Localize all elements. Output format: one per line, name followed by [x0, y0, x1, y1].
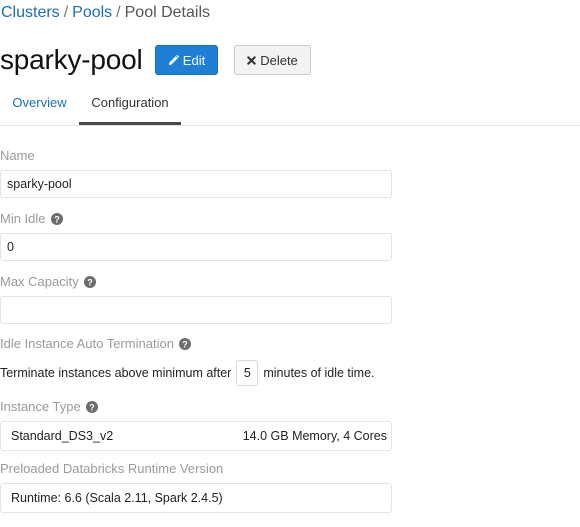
- pencil-icon: [168, 54, 179, 66]
- max-capacity-field[interactable]: [0, 296, 392, 324]
- tab-bar: Overview Configuration: [0, 88, 580, 126]
- breadcrumb-current: Pool Details: [124, 4, 210, 21]
- edit-button[interactable]: Edit: [155, 45, 218, 75]
- min-idle-label: Min Idle ?: [0, 211, 63, 227]
- instance-type-label-text: Instance Type: [0, 399, 81, 414]
- svg-text:?: ?: [89, 402, 95, 412]
- edit-button-label: Edit: [182, 52, 206, 68]
- runtime-version-value: Runtime: 6.6 (Scala 2.11, Spark 2.4.5): [11, 491, 223, 505]
- delete-button[interactable]: Delete: [234, 45, 311, 75]
- auto-termination-row: Terminate instances above minimum after …: [0, 360, 375, 386]
- question-circle-icon[interactable]: ?: [50, 213, 63, 225]
- instance-type-detail: 14.0 GB Memory, 4 Cores: [242, 429, 387, 443]
- breadcrumb: Clusters / Pools / Pool Details: [1, 3, 210, 23]
- svg-text:?: ?: [87, 277, 93, 287]
- instance-type-select[interactable]: Standard_DS3_v2 14.0 GB Memory, 4 Cores: [0, 421, 392, 451]
- instance-type-label: Instance Type ?: [0, 399, 98, 415]
- name-label: Name: [0, 148, 35, 164]
- instance-type-value: Standard_DS3_v2: [11, 429, 114, 443]
- svg-text:?: ?: [182, 339, 188, 349]
- pool-name-field[interactable]: sparky-pool: [0, 170, 392, 198]
- question-circle-icon[interactable]: ?: [178, 338, 191, 350]
- breadcrumb-separator: /: [63, 4, 69, 21]
- page-title: sparky-pool: [0, 44, 143, 75]
- tab-configuration[interactable]: Configuration: [79, 88, 181, 125]
- max-capacity-label: Max Capacity ?: [0, 274, 96, 290]
- question-circle-icon[interactable]: ?: [83, 276, 96, 288]
- tab-overview[interactable]: Overview: [0, 88, 79, 122]
- name-label-text: Name: [0, 148, 35, 163]
- question-circle-icon[interactable]: ?: [85, 401, 98, 413]
- runtime-label: Preloaded Databricks Runtime Version: [0, 461, 223, 477]
- auto-termination-label-text: Idle Instance Auto Termination: [0, 336, 174, 351]
- breadcrumb-pools-link[interactable]: Pools: [72, 4, 112, 21]
- auto-termination-label: Idle Instance Auto Termination ?: [0, 336, 191, 352]
- breadcrumb-separator: /: [116, 4, 121, 21]
- auto-termination-prefix: Terminate instances above minimum after: [0, 366, 232, 380]
- x-icon: [247, 55, 256, 65]
- idle-minutes-input[interactable]: 5: [236, 360, 259, 386]
- delete-button-label: Delete: [260, 52, 298, 68]
- pool-details-page: Clusters / Pools / Pool Details sparky-pool …: [0, 0, 580, 527]
- max-capacity-label-text: Max Capacity: [0, 274, 79, 289]
- svg-text:?: ?: [54, 214, 60, 224]
- auto-termination-suffix: minutes of idle time.: [263, 366, 375, 380]
- breadcrumb-clusters-link[interactable]: Clusters: [1, 4, 60, 21]
- min-idle-field[interactable]: 0: [0, 233, 392, 261]
- runtime-version-select[interactable]: Runtime: 6.6 (Scala 2.11, Spark 2.4.5): [0, 483, 392, 513]
- min-idle-label-text: Min Idle: [0, 211, 46, 226]
- runtime-label-text: Preloaded Databricks Runtime Version: [0, 461, 224, 476]
